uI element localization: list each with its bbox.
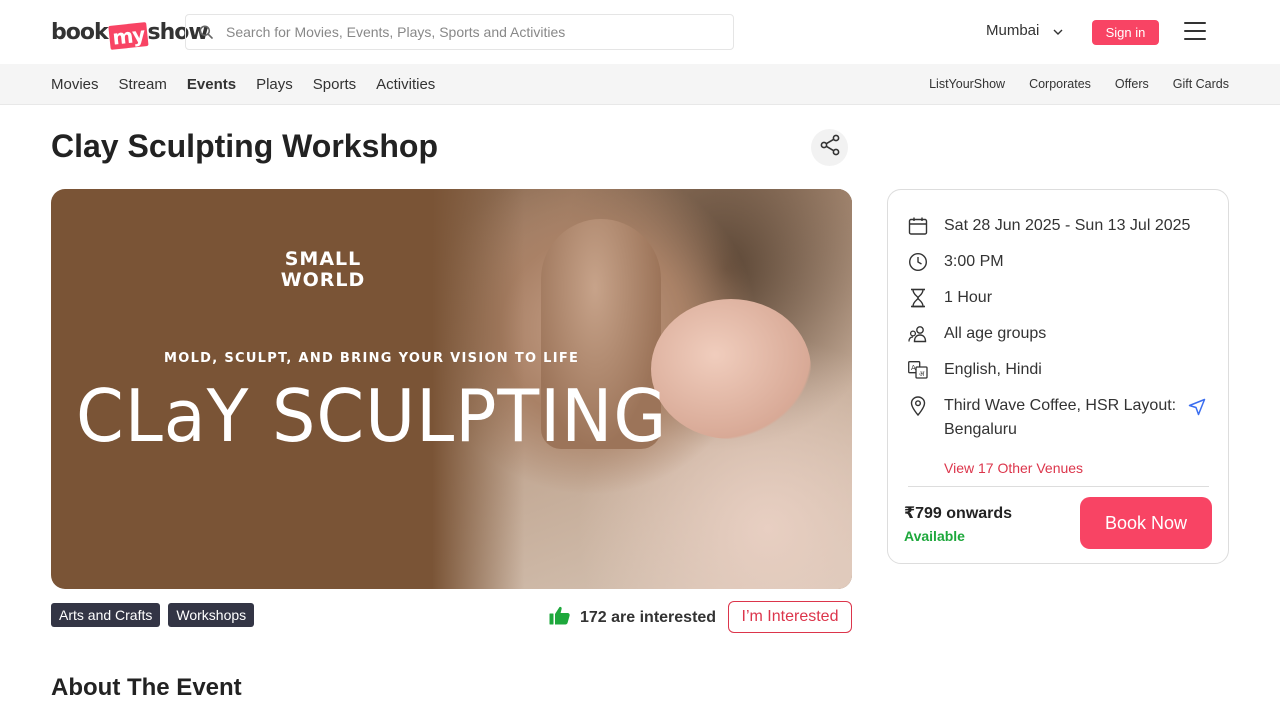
- share-button[interactable]: [811, 129, 848, 166]
- svg-text:A: A: [911, 364, 916, 372]
- interested-count-text: 172 are interested: [580, 609, 717, 626]
- city-selector[interactable]: Mumbai: [986, 22, 1063, 39]
- date-row: Sat 28 Jun 2025 - Sun 13 Jul 2025: [908, 214, 1190, 238]
- people-icon: [908, 322, 928, 346]
- chevron-down-icon: [1053, 22, 1063, 39]
- menu-icon[interactable]: [1184, 22, 1206, 40]
- thumbs-up-icon: [549, 606, 570, 630]
- banner-title: CLaY SCULPTING: [76, 374, 668, 458]
- nav-item-stream[interactable]: Stream: [119, 76, 167, 93]
- about-heading: About The Event: [51, 674, 242, 701]
- search-bar[interactable]: [185, 14, 734, 50]
- card-divider: [908, 486, 1209, 487]
- logo-text-my: my: [107, 22, 149, 50]
- nav-item-sports[interactable]: Sports: [313, 76, 356, 93]
- tag-arts-and-crafts[interactable]: Arts and Crafts: [51, 603, 161, 627]
- top-header: bookmyshow Mumbai Sign in: [0, 0, 1280, 64]
- venue-line-2: Bengaluru: [944, 421, 1017, 438]
- other-venues-link[interactable]: View 17 Other Venues: [944, 460, 1083, 476]
- book-now-button[interactable]: Book Now: [1080, 497, 1212, 549]
- location-pin-icon: [908, 394, 928, 418]
- duration-row: 1 Hour: [908, 286, 992, 310]
- city-label: Mumbai: [986, 22, 1040, 39]
- event-title: Clay Sculpting Workshop: [51, 128, 438, 164]
- nav-item-movies[interactable]: Movies: [51, 76, 99, 93]
- brand-line-1: SMALL: [284, 248, 362, 270]
- language-icon: Aअ: [908, 358, 928, 382]
- search-input[interactable]: [226, 24, 706, 40]
- im-interested-button[interactable]: I’m Interested: [728, 601, 852, 633]
- nav-item-offers[interactable]: Offers: [1115, 77, 1149, 91]
- share-icon: [818, 133, 842, 162]
- price-text: ₹799 onwards: [904, 505, 1013, 522]
- directions-icon[interactable]: [1188, 398, 1206, 421]
- nav-item-gift-cards[interactable]: Gift Cards: [1173, 77, 1229, 91]
- event-duration: 1 Hour: [944, 289, 993, 306]
- banner-tagline: MOLD, SCULPT, AND BRING YOUR VISION TO L…: [164, 351, 580, 366]
- clock-icon: [908, 250, 928, 274]
- nav-item-events[interactable]: Events: [187, 76, 236, 93]
- tag-workshops[interactable]: Workshops: [168, 603, 255, 627]
- logo-text-book: book: [51, 19, 109, 45]
- hand-shape: [651, 299, 811, 439]
- sign-in-button[interactable]: Sign in: [1092, 20, 1159, 45]
- calendar-icon: [908, 214, 928, 238]
- nav-item-plays[interactable]: Plays: [256, 76, 293, 93]
- event-date: Sat 28 Jun 2025 - Sun 13 Jul 2025: [944, 217, 1191, 234]
- event-time: 3:00 PM: [944, 253, 1004, 270]
- venue-row: Third Wave Coffee, HSR Layout: Bengaluru: [908, 394, 1176, 442]
- event-tags: Arts and Crafts Workshops: [51, 603, 255, 627]
- event-language: English, Hindi: [944, 361, 1042, 378]
- time-row: 3:00 PM: [908, 250, 1004, 274]
- search-icon: [186, 25, 226, 39]
- interest-count: 172 are interested: [549, 606, 716, 630]
- svg-text:अ: अ: [919, 370, 925, 378]
- hourglass-icon: [908, 286, 928, 310]
- event-venue: Third Wave Coffee, HSR Layout: Bengaluru: [944, 394, 1176, 442]
- nav-item-activities[interactable]: Activities: [376, 76, 435, 93]
- event-info-card: Sat 28 Jun 2025 - Sun 13 Jul 2025 3:00 P…: [887, 189, 1229, 564]
- nav-item-listyourshow[interactable]: ListYourShow: [929, 77, 1005, 91]
- small-world-logo: SMALL WORLD: [273, 249, 373, 291]
- category-navbar: Movies Stream Events Plays Sports Activi…: [0, 64, 1280, 105]
- event-banner-image: SMALL WORLD MOLD, SCULPT, AND BRING YOUR…: [51, 189, 852, 589]
- availability-status: Available: [904, 528, 965, 544]
- venue-line-1: Third Wave Coffee, HSR Layout:: [944, 397, 1177, 414]
- nav-item-corporates[interactable]: Corporates: [1029, 77, 1091, 91]
- language-row: Aअ English, Hindi: [908, 358, 1042, 382]
- age-row: All age groups: [908, 322, 1046, 346]
- brand-line-2: WORLD: [280, 269, 366, 291]
- event-age-group: All age groups: [944, 325, 1047, 342]
